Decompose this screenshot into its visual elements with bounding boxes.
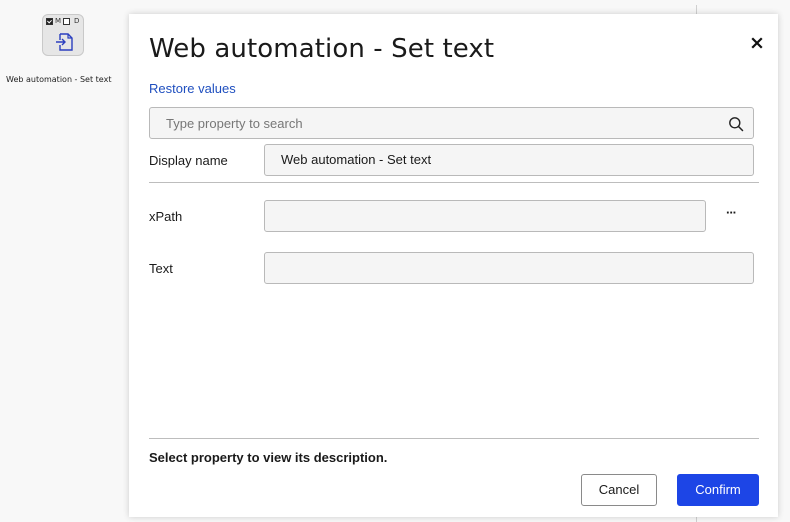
node-label: Web automation - Set text: [6, 75, 112, 84]
text-label: Text: [149, 261, 173, 276]
display-name-field[interactable]: Web automation - Set text: [264, 144, 754, 176]
confirm-button[interactable]: Confirm: [677, 474, 759, 506]
xpath-more-button[interactable]: ···: [723, 206, 739, 221]
node-flag-m: M: [55, 17, 62, 25]
property-search: [149, 107, 754, 139]
section-divider: [149, 182, 759, 183]
property-description: Select property to view its description.: [149, 450, 388, 465]
search-icon[interactable]: [728, 116, 744, 137]
display-name-label: Display name: [149, 153, 228, 168]
search-input[interactable]: [150, 108, 720, 138]
node-flag-d: D: [74, 17, 80, 25]
properties-dialog: Web automation - Set text Restore values…: [129, 14, 778, 517]
node-checkbox-checked[interactable]: [46, 17, 53, 25]
close-icon[interactable]: [750, 36, 764, 50]
cancel-button[interactable]: Cancel: [581, 474, 657, 506]
xpath-label: xPath: [149, 209, 183, 224]
dialog-title: Web automation - Set text: [149, 34, 495, 64]
xpath-field[interactable]: [264, 200, 706, 232]
text-field[interactable]: [264, 252, 754, 284]
restore-values-link[interactable]: Restore values: [149, 81, 236, 96]
node-tile[interactable]: M D: [42, 14, 84, 56]
description-divider: [149, 438, 759, 439]
node-flags: M D: [46, 17, 79, 25]
node-checkbox-m[interactable]: [63, 17, 71, 25]
document-arrow-in-icon: [55, 32, 75, 57]
